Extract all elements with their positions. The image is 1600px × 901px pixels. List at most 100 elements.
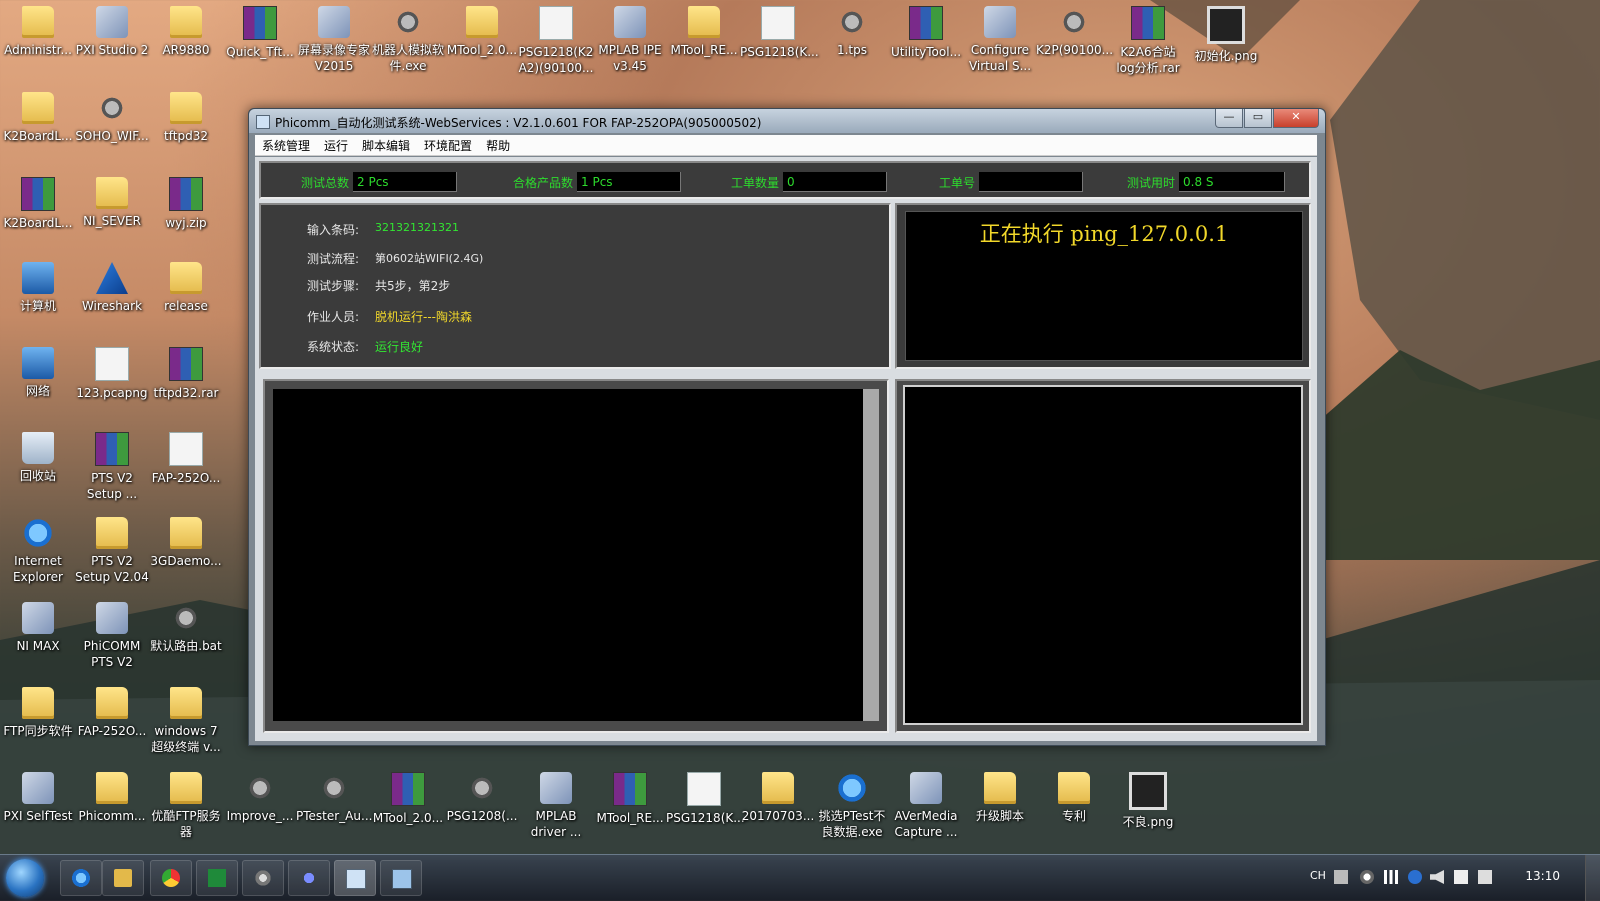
desktop-icon[interactable]: AVerMedia Capture ... [888,768,964,840]
desktop-icon[interactable]: tftpd32.rar [148,343,224,401]
desktop-icon[interactable]: SOHO_WIF... [74,88,150,144]
minimize-button[interactable]: — [1215,109,1243,128]
desktop-icon[interactable]: MPLAB IPE v3.45 [592,2,668,74]
menu-system-management[interactable]: 系统管理 [255,137,317,154]
desktop-icon[interactable]: 1.tps [814,2,890,58]
taskbar-ie[interactable] [60,860,102,896]
desktop-icon[interactable]: 默认路由.bat [148,598,224,654]
desktop-icon[interactable]: PSG1218(K... [740,2,819,60]
chrome-icon [162,869,180,887]
power-icon[interactable] [1478,870,1492,884]
desktop-icon[interactable]: wyj.zip [148,173,224,231]
tool-icon [1058,6,1090,38]
desktop-icon[interactable]: PTS V2 Setup ... [74,428,150,502]
desktop-icon[interactable]: MTool_RE... [592,768,668,826]
network-icon[interactable] [1384,870,1398,884]
desktop-icon[interactable]: K2A6合站 log分析.rar [1110,2,1186,76]
desktop-icon[interactable]: Configure Virtual S... [962,2,1038,74]
taskbar-test-system[interactable] [334,860,376,896]
desktop-icon[interactable]: 不良.png [1110,768,1186,830]
maximize-button[interactable]: ▭ [1244,109,1272,128]
desktop-icon-label: 初始化.png [1194,49,1258,63]
desktop-icon[interactable]: AR9880 [148,2,224,58]
desktop-icon-label: 20170703... [741,809,815,823]
desktop-icon[interactable]: PTester_Au... [296,768,372,824]
desktop-icon[interactable]: 计算机 [0,258,76,314]
taskbar-link[interactable] [288,860,330,896]
desktop-icon[interactable]: UtilityTool... [888,2,964,60]
desktop-icon[interactable]: Quick_Tft... [222,2,298,60]
desktop-icon[interactable]: Internet Explorer [0,513,76,585]
volume-icon[interactable] [1430,870,1444,884]
title-bar[interactable]: Phicomm_自动化测试系统-WebServices : V2.1.0.601… [249,109,1325,133]
desktop-icon[interactable]: MTool_2.0... [444,2,520,58]
desktop-icon[interactable]: PhiCOMM PTS V2 [74,598,150,670]
desktop-icon[interactable]: PXI SelfTest [0,768,76,824]
desktop-icon[interactable]: release [148,258,224,314]
taskbar: CH 13:10 [0,854,1600,901]
desktop-icon[interactable]: PTS V2 Setup V2.04 [74,513,150,585]
desktop-icon[interactable]: MPLAB driver ... [518,768,594,840]
log-output[interactable] [273,389,863,721]
desktop-icon[interactable]: NI_SEVER [74,173,150,229]
rar-icon [1131,6,1165,40]
desktop-icon[interactable]: 3GDaemo... [148,513,224,569]
test-system-window: Phicomm_自动化测试系统-WebServices : V2.1.0.601… [248,108,1326,746]
desktop-icon[interactable]: PSG1218(K... [666,768,745,826]
folder-icon [96,687,128,719]
tool-icon [836,6,868,38]
taskbar-app-green[interactable] [196,860,238,896]
help-icon[interactable] [1360,870,1374,884]
flag-icon[interactable] [1454,870,1468,884]
taskbar-explorer[interactable] [102,860,144,896]
log-scrollbar[interactable] [863,389,879,721]
desktop-icon[interactable]: 专利 [1036,768,1112,824]
desktop-icon[interactable]: tftpd32 [148,88,224,144]
desktop-icon[interactable]: 初始化.png [1188,2,1264,64]
desktop-icon[interactable]: Phicomm... [74,768,150,824]
desktop-icon[interactable]: FAP-252O... [74,683,150,739]
desktop-icon[interactable]: 挑选PTest不良数据.exe [814,768,890,840]
qq-icon[interactable] [1408,870,1422,884]
desktop-icon[interactable]: 机器人模拟软件.exe [370,2,446,74]
close-button[interactable]: ✕ [1273,109,1319,128]
app-icon [984,6,1016,38]
menu-run[interactable]: 运行 [317,137,355,154]
menu-env-config[interactable]: 环境配置 [417,137,479,154]
desktop-icon[interactable]: MTool_RE... [666,2,742,58]
desktop-icon[interactable]: K2BoardL... [0,173,76,231]
desktop-icon[interactable]: 屏幕录像专家 V2015 [296,2,372,74]
clock[interactable]: 13:10 [1525,869,1560,883]
desktop-icon[interactable]: 123.pcapng [74,343,150,401]
show-desktop-button[interactable] [1585,855,1600,901]
desktop-icon[interactable]: 升级脚本 [962,768,1038,824]
desktop-icon[interactable]: 优酷FTP服务器 [148,768,224,840]
desktop-icon[interactable]: MTool_2.0... [370,768,446,826]
desktop-icon[interactable]: windows 7 超级终端 v... [148,683,224,755]
desktop-icon[interactable]: PSG1208(... [444,768,520,824]
desktop-icon[interactable]: PXI Studio 2 [74,2,150,58]
desktop-icon[interactable]: NI MAX [0,598,76,654]
taskbar-chrome[interactable] [150,860,192,896]
taskbar-remote[interactable] [380,860,422,896]
start-button[interactable] [6,859,44,897]
desktop-icon[interactable]: PSG1218(K2 A2)(90100... [518,2,594,76]
desktop-icon[interactable]: FTP同步软件 [0,683,76,739]
desktop-icon[interactable]: FAP-252O... [148,428,224,486]
desktop-icon[interactable]: 回收站 [0,428,76,484]
desktop-icon[interactable]: Improve_... [222,768,298,824]
keyboard-icon[interactable] [1334,870,1348,884]
desktop-icon[interactable]: 网络 [0,343,76,399]
desktop-icon[interactable]: Wireshark [74,258,150,314]
desktop-icon[interactable]: K2BoardL... [0,88,76,144]
output-display[interactable] [903,385,1303,725]
menu-script-edit[interactable]: 脚本编辑 [355,137,417,154]
menu-help[interactable]: 帮助 [479,137,517,154]
stat-order-qty: 工单数量 0 [731,172,888,192]
operator-label: 作业人员: [307,310,360,324]
desktop-icon[interactable]: Administr... [0,2,76,58]
desktop-icon[interactable]: K2P(90100... [1036,2,1113,58]
lang-indicator[interactable]: CH [1310,869,1326,882]
desktop-icon[interactable]: 20170703... [740,768,816,824]
taskbar-tool[interactable] [242,860,284,896]
